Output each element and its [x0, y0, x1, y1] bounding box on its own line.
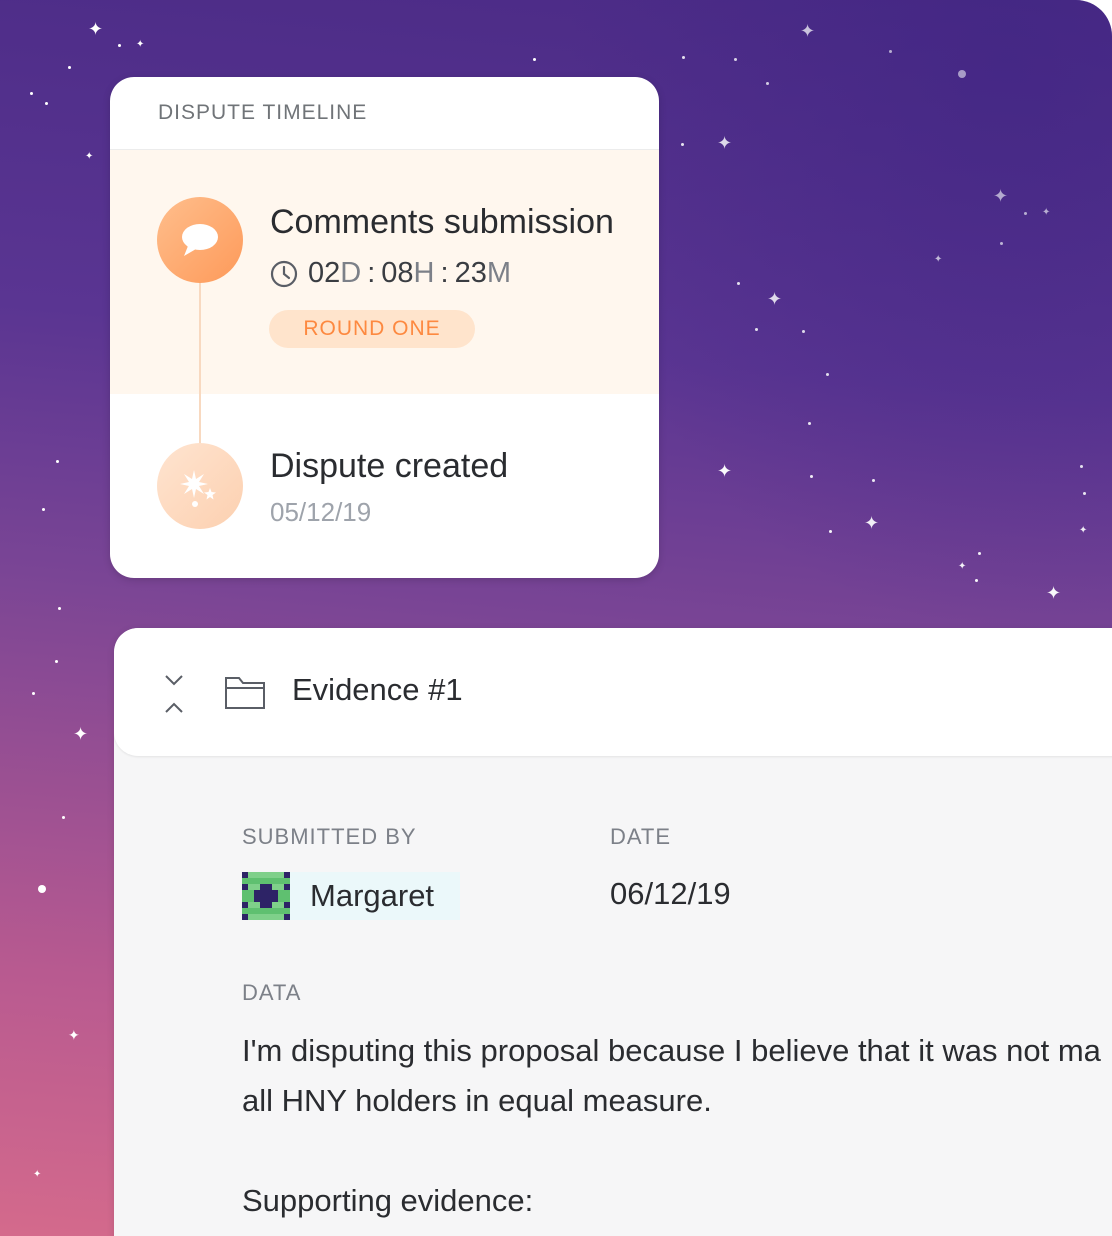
round-badge: ROUND ONE — [269, 310, 475, 348]
timeline-connector — [199, 282, 201, 452]
timer-hours-unit: H — [413, 257, 435, 289]
timer-days: 02 — [308, 257, 341, 289]
evidence-header[interactable]: Evidence #1 — [114, 628, 1112, 756]
star-dot — [734, 58, 737, 61]
star-icon: ✦ — [767, 289, 783, 309]
evidence-card: Evidence #1 SUBMITTED BY Margaret DATE 0… — [114, 628, 1112, 1236]
star-dot — [810, 475, 813, 478]
timer-separator: : — [440, 257, 449, 289]
evidence-title: Evidence #1 — [292, 672, 463, 707]
submitter-name: Margaret — [310, 878, 435, 913]
timer-days-unit: D — [340, 257, 362, 289]
star-icon: ✦ — [958, 561, 967, 572]
folder-icon — [225, 677, 265, 709]
timer-separator: : — [367, 257, 376, 289]
star-dot — [32, 692, 35, 695]
timer-hours: 08 — [381, 257, 414, 289]
dispute-timeline-card: DISPUTE TIMELINE Comments submission 02 D… — [110, 77, 659, 578]
star-icon: ✦ — [73, 724, 89, 744]
star-dot — [808, 422, 811, 425]
countdown-timer: 02 D : 08 H : 23 M — [270, 257, 511, 290]
star-dot — [978, 552, 981, 555]
step-title: Comments submission — [270, 203, 614, 241]
star-icon: ✦ — [136, 39, 145, 50]
star-dot — [38, 885, 46, 893]
star-icon: ✦ — [85, 151, 94, 162]
star-dot — [975, 579, 978, 582]
submitter-chip[interactable]: Margaret — [242, 872, 460, 920]
star-dot — [55, 660, 58, 663]
star-dot — [42, 508, 45, 511]
speech-bubble-icon — [157, 197, 243, 283]
star-dot — [62, 816, 65, 819]
star-dot — [30, 92, 33, 95]
star-icon: ✦ — [864, 513, 880, 533]
date-label: DATE — [610, 824, 672, 849]
star-dot — [682, 56, 685, 59]
star-dot — [958, 70, 966, 78]
sparkle-icon — [157, 443, 243, 529]
star-dot — [56, 460, 59, 463]
star-dot — [737, 282, 740, 285]
star-dot — [802, 330, 805, 333]
star-icon: ✦ — [800, 21, 816, 41]
body-line: Supporting evidence: — [242, 1183, 534, 1218]
timer-minutes: 23 — [454, 257, 487, 289]
star-dot — [889, 50, 892, 53]
star-dot — [45, 102, 48, 105]
step-date: 05/12/19 — [270, 497, 372, 527]
star-dot — [826, 373, 829, 376]
timeline-header: DISPUTE TIMELINE — [110, 77, 659, 150]
star-icon: ✦ — [1042, 207, 1051, 218]
star-dot — [1080, 465, 1083, 468]
star-icon: ✦ — [1046, 583, 1062, 603]
evidence-body: I'm disputing this proposal because I be… — [242, 1026, 1112, 1226]
clock-icon — [270, 260, 298, 287]
data-label: DATA — [242, 980, 302, 1005]
star-icon: ✦ — [88, 19, 104, 39]
star-dot — [681, 143, 684, 146]
star-dot — [118, 44, 121, 47]
star-dot — [58, 607, 61, 610]
step-title: Dispute created — [270, 447, 509, 485]
body-line: all HNY holders in equal measure. — [242, 1083, 712, 1118]
submitted-by-label: SUBMITTED BY — [242, 824, 417, 849]
star-icon: ✦ — [68, 1027, 80, 1043]
star-icon: ✦ — [993, 186, 1009, 206]
star-icon: ✦ — [33, 1169, 42, 1180]
star-dot — [1024, 212, 1027, 215]
timer-minutes-unit: M — [486, 257, 511, 289]
body-line: I'm disputing this proposal because I be… — [242, 1033, 1101, 1068]
star-icon: ✦ — [1079, 525, 1088, 536]
star-dot — [533, 58, 536, 61]
star-dot — [1083, 492, 1086, 495]
star-dot — [755, 328, 758, 331]
expand-collapse-toggle-icon[interactable] — [160, 666, 188, 722]
star-icon: ✦ — [717, 133, 733, 153]
star-dot — [1000, 242, 1003, 245]
star-dot — [872, 479, 875, 482]
star-icon: ✦ — [717, 461, 733, 481]
star-icon: ✦ — [934, 254, 943, 265]
evidence-date: 06/12/19 — [610, 876, 731, 911]
star-dot — [766, 82, 769, 85]
star-dot — [68, 66, 71, 69]
avatar — [242, 872, 290, 920]
star-dot — [829, 530, 832, 533]
